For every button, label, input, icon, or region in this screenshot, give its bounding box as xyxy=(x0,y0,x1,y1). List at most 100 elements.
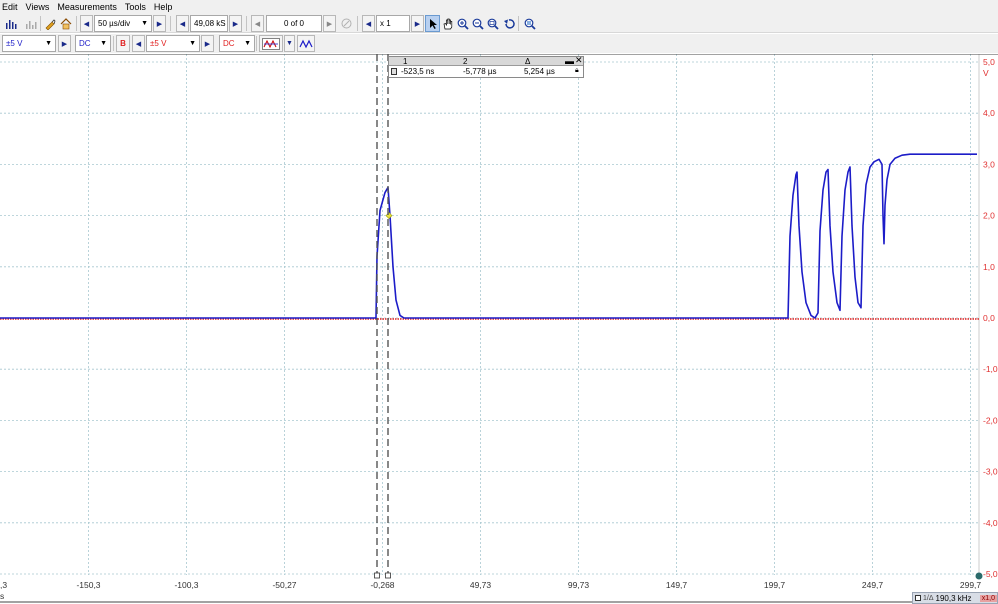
frequency-value: 190,3 kHz xyxy=(935,593,972,603)
zoom-next-button[interactable]: ▶ xyxy=(411,15,424,32)
math-channel-dropdown-button[interactable]: ▼ xyxy=(284,35,295,52)
zoom-badge: x1,0 xyxy=(979,594,997,602)
x-tick-label: -50,27 xyxy=(272,580,296,590)
time-ruler-handle-2[interactable] xyxy=(385,572,391,579)
samples-value: 49,08 kS xyxy=(194,19,226,28)
reference-waveform-icon xyxy=(299,39,313,48)
y-tick-label: -1,0 xyxy=(983,364,998,374)
y-tick-label: 3,0 xyxy=(983,159,995,169)
chevron-down-icon: ▼ xyxy=(189,40,196,47)
zoom-overview-icon[interactable] xyxy=(522,15,537,32)
close-icon[interactable]: ✕ xyxy=(575,55,583,66)
zoom-factor-value: x 1 xyxy=(380,19,391,28)
buffer-navigator-icon[interactable] xyxy=(339,15,353,32)
timebase-value: 50 µs/div xyxy=(98,19,131,28)
zoom-in-icon[interactable] xyxy=(456,15,470,32)
y-tick-label: 1,0 xyxy=(983,262,995,272)
channel-b-range-next-button[interactable]: ▶ xyxy=(201,35,214,52)
ruler-panel-header: 1 2 Δ ▬ ✕ xyxy=(389,55,583,66)
chevron-down-icon: ▼ xyxy=(244,40,251,47)
ruler-readout-panel: 1 2 Δ ▬ ✕ -523,5 ns -5,778 µs 5,254 µs 🔒… xyxy=(388,55,584,78)
channel-b-range-value: ±5 V xyxy=(150,39,167,48)
ruler-values-row: -523,5 ns -5,778 µs 5,254 µs 🔒︎ xyxy=(389,67,583,78)
y-tick-label: 5,0 xyxy=(983,57,995,67)
time-ruler-handle-1[interactable] xyxy=(374,572,380,579)
channel-b-coupling-value: DC xyxy=(223,39,235,48)
menu-tools[interactable]: Tools xyxy=(123,0,152,14)
y-tick-label: 0,0 xyxy=(983,313,995,323)
x-tick-label: 49,73 xyxy=(470,580,492,590)
channels-icon[interactable] xyxy=(3,15,18,32)
channel-b-range-select[interactable]: ±5 V ▼ xyxy=(146,35,200,52)
channel-b-coupling-select[interactable]: DC ▼ xyxy=(219,35,255,52)
x-tick-label: 199,7 xyxy=(764,580,786,590)
samples-decrease-button[interactable]: ◀ xyxy=(176,15,189,32)
channel-a-range-select[interactable]: ±5 V ▼ xyxy=(2,35,56,52)
channel-toolbar: ±5 V ▼ ▶ DC ▼ B ◀ ±5 V ▼ ▶ DC ▼ ▼ xyxy=(0,34,998,53)
menu-help[interactable]: Help xyxy=(152,0,179,14)
zoom-out-icon[interactable] xyxy=(471,15,485,32)
select-pointer-icon[interactable] xyxy=(425,15,440,32)
channel-a-range-next-button[interactable]: ▶ xyxy=(58,35,71,52)
zoom-region-icon[interactable] xyxy=(486,15,500,32)
chevron-down-icon: ▼ xyxy=(141,20,148,27)
frequency-symbol-icon: 1/Δ xyxy=(923,594,934,602)
buffer-next-button[interactable]: ▶ xyxy=(323,15,336,32)
buffer-position-value: 0 of 0 xyxy=(283,19,304,28)
math-channel-button[interactable] xyxy=(259,35,283,52)
lock-icon[interactable]: 🔒︎ xyxy=(575,67,579,75)
timebase-decrease-button[interactable]: ◀ xyxy=(80,15,93,32)
home-icon[interactable] xyxy=(59,15,73,32)
x-tick-label: 99,73 xyxy=(568,580,590,590)
menu-bar: Edit Views Measurements Tools Help xyxy=(0,0,998,14)
chevron-down-icon: ▼ xyxy=(100,40,107,47)
x-tick-label: 249,7 xyxy=(862,580,884,590)
buffer-previous-button[interactable]: ◀ xyxy=(251,15,264,32)
menu-measurements[interactable]: Measurements xyxy=(55,0,123,14)
axis-origin-marker-icon[interactable] xyxy=(975,572,983,580)
x-tick-label: -100,3 xyxy=(174,580,198,590)
ruler-1-header: 1 xyxy=(403,57,408,66)
samples-increase-button[interactable]: ▶ xyxy=(229,15,242,32)
menu-views[interactable]: Views xyxy=(24,0,56,14)
channel-b-range-previous-button[interactable]: ◀ xyxy=(132,35,145,52)
x-axis-unit: s xyxy=(0,591,4,601)
scope-graph[interactable]: -150,3 -100,3 -50,27 -0,268 49,73 99,73 149,7 1… xyxy=(0,53,998,604)
scope-plot[interactable]: -150,3 -100,3 -50,27 -0,268 49,73 99,73 149,7 1… xyxy=(0,53,998,604)
ruler-delta-header: Δ xyxy=(525,57,531,66)
ruler-delta-value: 5,254 µs xyxy=(524,67,555,76)
timebase-select[interactable]: 50 µs/div ▼ xyxy=(94,15,152,32)
x-tick-label: -150,3 xyxy=(76,580,100,590)
channel-a-range-value: ±5 V xyxy=(6,39,23,48)
channel-b-button[interactable]: B xyxy=(116,35,130,52)
hand-pan-icon[interactable] xyxy=(441,15,455,32)
spectrum-icon[interactable] xyxy=(23,15,38,32)
frequency-options-icon[interactable] xyxy=(915,595,921,601)
menu-edit[interactable]: Edit xyxy=(0,0,24,14)
channel-b-label: B xyxy=(120,39,126,48)
zoom-previous-button[interactable]: ◀ xyxy=(362,15,375,32)
y-tick-label: -2,0 xyxy=(983,415,998,425)
timebase-increase-button[interactable]: ▶ xyxy=(153,15,166,32)
x-tick-label: 149,7 xyxy=(666,580,688,590)
probe-icon[interactable] xyxy=(43,15,57,32)
minimize-icon[interactable]: ▬ xyxy=(565,56,574,66)
y-tick-label: 2,0 xyxy=(983,211,995,221)
reference-waveform-button[interactable] xyxy=(297,35,315,52)
y-tick-label: -4,0 xyxy=(983,518,998,528)
ruler-panel-options-icon[interactable] xyxy=(391,68,397,75)
chevron-down-icon: ▼ xyxy=(45,40,52,47)
samples-field[interactable]: 49,08 kS xyxy=(190,15,228,32)
buffer-position-field[interactable]: 0 of 0 xyxy=(266,15,322,32)
x-tick-label-partial: ,3 xyxy=(0,580,7,590)
ruler-2-value: -5,778 µs xyxy=(463,67,497,76)
y-tick-label: -5,0 xyxy=(983,569,998,579)
zoom-factor-field[interactable]: x 1 xyxy=(376,15,410,32)
main-toolbar: ◀ 50 µs/div ▼ ▶ ◀ 49,08 kS ▶ ◀ 0 of 0 ▶ … xyxy=(0,14,998,33)
math-channel-icon xyxy=(262,37,280,50)
y-tick-label: 4,0 xyxy=(983,108,995,118)
app-window: Edit Views Measurements Tools Help ◀ 50 … xyxy=(0,0,998,604)
chevron-down-icon: ▼ xyxy=(286,40,293,47)
undo-zoom-icon[interactable] xyxy=(502,15,516,32)
channel-a-coupling-select[interactable]: DC ▼ xyxy=(75,35,111,52)
